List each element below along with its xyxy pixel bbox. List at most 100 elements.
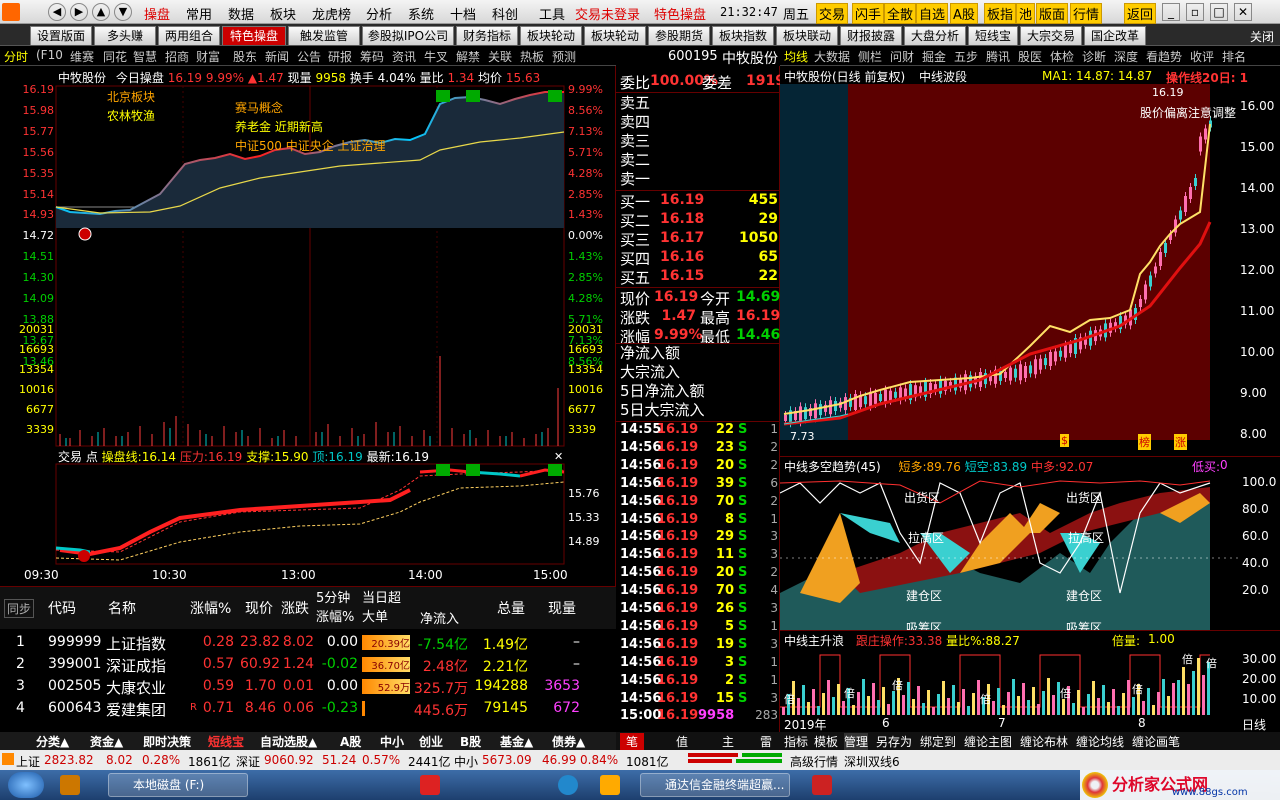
ktab-rank[interactable]: 排名 [1222,48,1246,65]
col-big[interactable]: 当日超大单 [362,589,410,627]
col-5min[interactable]: 5分钟涨幅% [316,589,360,627]
nav-back-icon[interactable]: ◀ [48,3,66,21]
subtab-5[interactable]: 财富 [196,48,220,65]
window-restore-icon[interactable]: ▫ [1186,3,1204,21]
table-row[interactable]: 2 399001 深证成指 0.57 60.92 1.24 -0.02 36.70亿 2.48亿… [0,653,616,675]
ktab-depth[interactable]: 深度 [1114,48,1138,65]
taskbar-app[interactable]: 通达信金融终端超赢... [640,773,790,797]
tab-futures[interactable]: 参股期货 [648,26,710,45]
kbtab-chan4[interactable]: 缠论画笔 [1132,733,1180,750]
feed-line[interactable]: 深圳双线6 [844,753,900,770]
kbtab-saveas[interactable]: 另存为 [876,733,912,750]
sub-close-icon[interactable]: ✕ [554,450,563,463]
ktab-mine[interactable]: 掘金 [922,48,946,65]
menu-item-sector[interactable]: 板块 [270,4,296,23]
menu-item-tools[interactable]: 工具 [539,4,565,23]
trade-button[interactable]: 交易 [816,3,849,24]
taskbar-pin-5-icon[interactable] [812,775,832,795]
feed-label[interactable]: 高级行情 [790,753,838,770]
favorites-button[interactable]: 自选 [916,3,949,24]
nav-down-icon[interactable]: ▼ [114,3,132,21]
indicator-main-wave[interactable]: 中线主升浪 跟庄操作:33.38 量比%:88.27 倍量: 1.00 倍 倍 … [780,630,1280,716]
tab-layout-settings[interactable]: 设置版面 [30,26,92,45]
col-price[interactable]: 现价 [245,598,273,618]
col-code[interactable]: 代码 [48,598,76,618]
subtab-12[interactable]: 牛叉 [424,48,448,65]
sync-button[interactable]: 同步 [4,599,35,618]
flash-button[interactable]: 闪手 [852,3,885,24]
kbtab-bind[interactable]: 绑定到 [920,733,956,750]
sz-label[interactable]: 深证 [236,753,260,770]
indicator-trend[interactable]: 中线多空趋势(45) 短多:89.76 短空:83.89 中多:92.07 低买… [780,456,1280,635]
tab-trigger[interactable]: 触发监管 [288,26,360,45]
btab-decision[interactable]: 即时决策 [143,733,191,750]
ktab-doctor[interactable]: 股医 [1018,48,1042,65]
subtab-9[interactable]: 研报 [328,48,352,65]
subtab-intraday[interactable]: 分时 [4,48,28,65]
ktab-review[interactable]: 收评 [1190,48,1214,65]
subtab-11[interactable]: 资讯 [392,48,416,65]
kbtab-chan3[interactable]: 缠论均线 [1076,733,1124,750]
subtab-6[interactable]: 股东 [233,48,257,65]
btab-autoselect[interactable]: 自动选股▲ [260,733,317,750]
intraday-chart[interactable]: 中牧股份 今日操盘 16.19 9.99% ▲1.47 现量 9958 换手 4… [0,66,616,586]
subtab-14[interactable]: 关联 [488,48,512,65]
ktab-five[interactable]: 五步 [954,48,978,65]
tab-sector-link[interactable]: 板块联动 [776,26,838,45]
tab-long-earn[interactable]: 多头赚 [94,26,156,45]
ktab-side[interactable]: 侧栏 [858,48,882,65]
col-pct[interactable]: 涨幅% [190,598,231,618]
tab-dual-combo[interactable]: 两用组合 [158,26,220,45]
subtab-8[interactable]: 公告 [297,48,321,65]
return-button[interactable]: 返回 [1124,3,1157,24]
tab-finance[interactable]: 财务指标 [456,26,518,45]
window-close-icon[interactable]: ✕ [1234,3,1252,21]
qtab-trade[interactable]: 笔 [620,733,645,750]
kbtab-indicator[interactable]: 指标 [784,733,808,750]
qtab-thunder[interactable]: 雷 [760,733,772,750]
tab-market-analysis[interactable]: 大盘分析 [904,26,966,45]
col-net[interactable]: 净流入 [420,608,459,627]
table-row[interactable]: 3 002505 大康农业 0.59 1.70 0.01 0.00 52.9万 325.7万 19… [0,675,616,697]
subtab-7[interactable]: 新闻 [265,48,289,65]
menu-item-analysis[interactable]: 分析 [366,4,392,23]
nav-up-icon[interactable]: ▲ [92,3,110,21]
btab-bond[interactable]: 债券▲ [552,733,585,750]
tab-block-trade[interactable]: 大宗交易 [1020,26,1082,45]
tab-sector-index[interactable]: 板块指数 [712,26,774,45]
ktab-check[interactable]: 体检 [1050,48,1074,65]
all-button[interactable]: 全散 [884,3,917,24]
tab-rotation-1[interactable]: 板块轮动 [520,26,582,45]
col-vol[interactable]: 总量 [497,598,525,618]
btab-ashare[interactable]: A股 [340,733,361,750]
menu-item-common[interactable]: 常用 [186,4,212,23]
nav-forward-icon[interactable]: ▶ [70,3,88,21]
col-cur[interactable]: 现量 [548,598,576,618]
btab-bshare[interactable]: B股 [460,733,481,750]
sector-index-button[interactable]: 板指 [984,3,1017,24]
taskbar-disk[interactable]: 本地磁盘 (F:) [108,773,248,797]
ktab-trend[interactable]: 看趋势 [1146,48,1182,65]
kbtab-template[interactable]: 模板 [814,733,838,750]
special-ops[interactable]: 特色操盘 [654,4,706,23]
subtab-1[interactable]: 维赛 [70,48,94,65]
tab-special-ops[interactable]: 特色操盘 [222,26,286,45]
qtab-value[interactable]: 值 [676,733,688,750]
subtab-f10[interactable]: (F10 [36,48,63,62]
ktab-ask[interactable]: 问财 [890,48,914,65]
btab-funds[interactable]: 资金▲ [90,733,123,750]
menu-item-dragon[interactable]: 龙虎榜 [312,4,351,23]
sh-label[interactable]: 上证 [16,753,40,770]
menu-item-operate[interactable]: 操盘 [144,4,170,23]
menu-item-level10[interactable]: 十档 [450,4,476,23]
menu-item-data[interactable]: 数据 [228,4,254,23]
login-status[interactable]: 交易未登录 [575,4,640,23]
btab-sme[interactable]: 中小 [380,733,404,750]
taskbar-pin-1-icon[interactable] [60,775,80,795]
btab-gem[interactable]: 创业 [419,733,443,750]
tab-short-term[interactable]: 短线宝 [968,26,1018,45]
subtab-3[interactable]: 智慧 [133,48,157,65]
kbtab-chan1[interactable]: 缠论主图 [964,733,1012,750]
btab-short[interactable]: 短线宝 [208,733,244,750]
table-row[interactable]: 4 600643 爱建集团 R 0.71 8.46 0.06 -0.23 445.6万 79145… [0,697,616,719]
